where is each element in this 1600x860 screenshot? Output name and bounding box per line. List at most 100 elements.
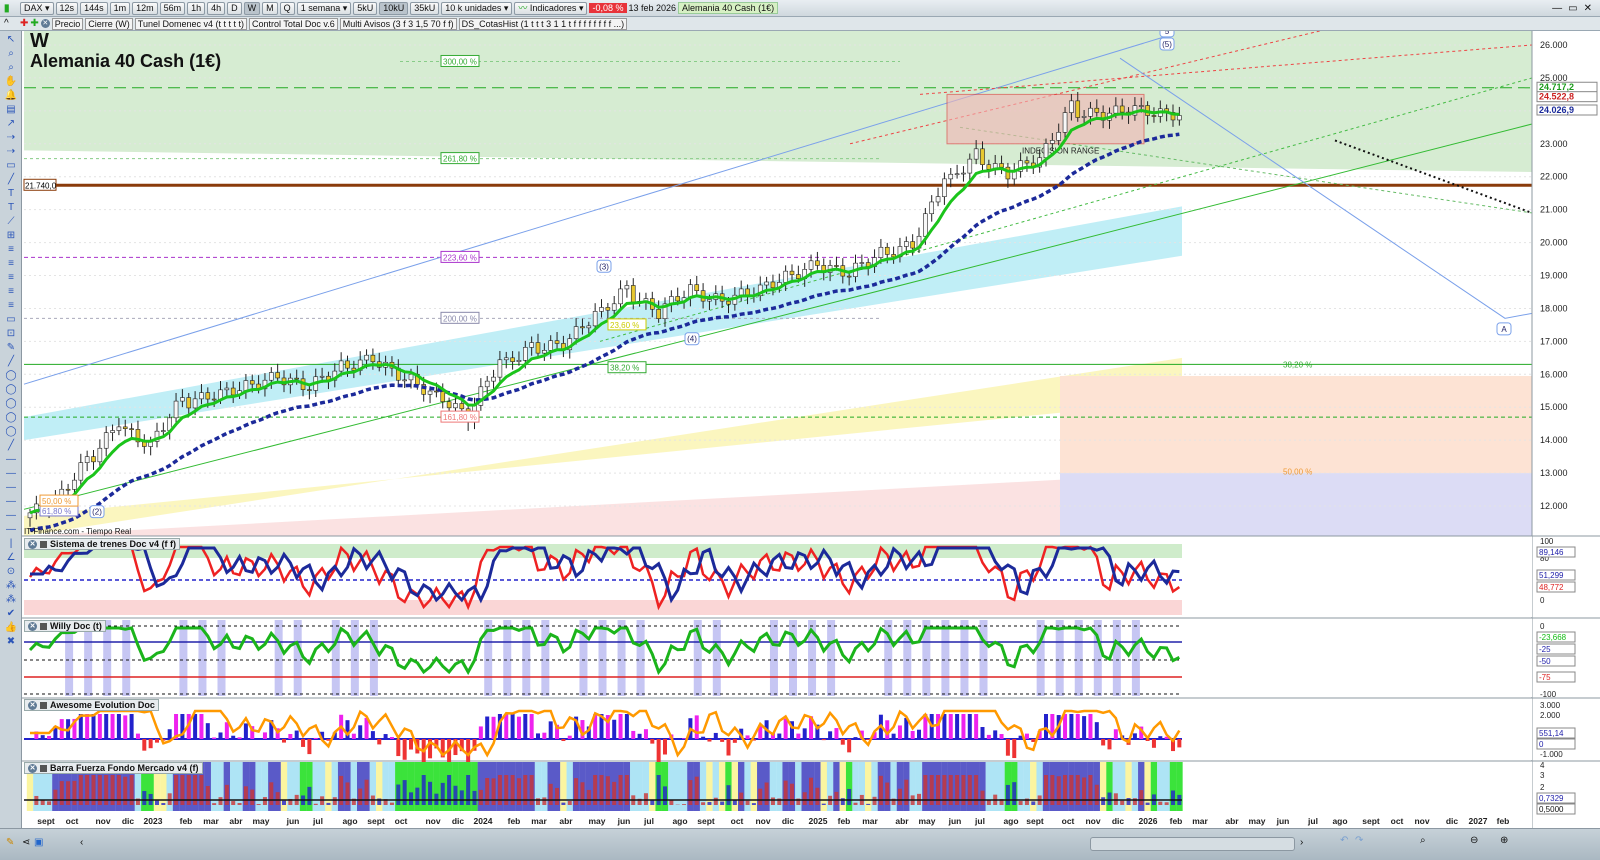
drawing-tool-icon[interactable]: ≡ bbox=[4, 272, 18, 283]
chat-icon[interactable]: ▣ bbox=[34, 837, 43, 848]
chart-type-icon[interactable]: ▮ bbox=[4, 3, 18, 14]
drawing-tool-icon[interactable]: ⊡ bbox=[4, 328, 18, 339]
candle-body bbox=[122, 426, 128, 429]
study-tag[interactable]: Cierre (W) bbox=[85, 17, 133, 30]
timeframe-D[interactable]: D bbox=[227, 1, 242, 15]
candle-body bbox=[611, 303, 617, 311]
drawing-tool-icon[interactable]: ✋ bbox=[4, 76, 18, 87]
share-icon[interactable]: ⋖ bbox=[22, 837, 30, 848]
volume-5kU[interactable]: 5kU bbox=[353, 1, 378, 15]
drawing-tool-icon[interactable]: T bbox=[4, 188, 18, 199]
zoom-fit-icon[interactable]: ⌕ bbox=[1420, 835, 1426, 846]
drawing-tool-icon[interactable]: 🔔 bbox=[4, 90, 18, 101]
timeframe-1h[interactable]: 1h bbox=[187, 1, 206, 15]
drawing-tool-icon[interactable]: — bbox=[4, 468, 18, 479]
drawing-tool-icon[interactable]: — bbox=[4, 482, 18, 493]
drawing-tool-icon[interactable]: ≡ bbox=[4, 244, 18, 255]
timeframe-M[interactable]: M bbox=[262, 1, 278, 15]
drawing-tool-icon[interactable]: ╱ bbox=[4, 440, 18, 451]
date-tick: sept bbox=[1026, 816, 1044, 826]
close-panel-icon[interactable]: ✕ bbox=[28, 700, 37, 710]
drawing-tool-icon[interactable]: ◯ bbox=[4, 412, 18, 423]
timeframe-Q[interactable]: Q bbox=[279, 1, 295, 15]
drawing-tool-icon[interactable]: — bbox=[4, 524, 18, 535]
value-tag: 0,5000 bbox=[1539, 805, 1564, 814]
drawing-tool-icon[interactable]: ∠ bbox=[4, 552, 18, 563]
scroll-right-icon[interactable]: › bbox=[1300, 837, 1303, 848]
drawing-tool-icon[interactable]: ╱ bbox=[4, 356, 18, 367]
chart-canvas[interactable]: INDECISION RANGE300,00 %261,80 %223,60 %… bbox=[0, 0, 1600, 860]
drawing-tool-icon[interactable]: ↖ bbox=[4, 34, 18, 45]
drawing-tool-icon[interactable]: ≡ bbox=[4, 300, 18, 311]
drawing-tool-icon[interactable]: 👍 bbox=[4, 622, 18, 633]
drawing-tool-icon[interactable]: ▭ bbox=[4, 160, 18, 171]
minimize-icon[interactable]: — bbox=[1552, 3, 1562, 14]
drawing-tool-icon[interactable]: ◯ bbox=[4, 370, 18, 381]
timeframe-1m[interactable]: 1m bbox=[109, 1, 131, 15]
study-tag[interactable]: DS_CotasHist (1 t t t 3 1 1 t f f f f f … bbox=[458, 17, 628, 30]
drawing-tool-icon[interactable]: ⁂ bbox=[4, 580, 18, 591]
histogram-bar bbox=[40, 735, 45, 739]
drawing-tool-icon[interactable]: ⊙ bbox=[4, 566, 18, 577]
drawing-tool-icon[interactable]: ⟋ bbox=[4, 216, 18, 227]
redo-icon[interactable]: ↷ bbox=[1355, 835, 1363, 846]
zoom-in-icon[interactable]: ⊕ bbox=[1500, 835, 1508, 846]
drawing-tool-icon[interactable]: T bbox=[4, 202, 18, 213]
volume-10kU[interactable]: 10kU bbox=[379, 1, 409, 15]
instrument-chip: Alemania 40 Cash (1€) bbox=[678, 2, 779, 14]
drawing-tool-icon[interactable]: ▭ bbox=[4, 314, 18, 325]
drawing-tool-icon[interactable]: ⌕ bbox=[4, 48, 18, 59]
timeframe-144s[interactable]: 144s bbox=[80, 1, 108, 15]
scroll-left-icon[interactable]: ‹ bbox=[80, 837, 83, 848]
horizontal-scrollbar[interactable] bbox=[1090, 837, 1295, 851]
drawing-tool-icon[interactable]: | bbox=[4, 538, 18, 549]
study-tag[interactable]: Multi Avisos (3 f 3 1,5 70 f f) bbox=[339, 17, 457, 30]
drawing-tool-icon[interactable]: ✖ bbox=[4, 636, 18, 647]
drawing-tool-icon[interactable]: ◯ bbox=[4, 384, 18, 395]
timeframe-4h[interactable]: 4h bbox=[207, 1, 226, 15]
drawing-tool-icon[interactable]: — bbox=[4, 496, 18, 507]
close-icon[interactable]: ✕ bbox=[1584, 3, 1592, 14]
volume-35kU[interactable]: 35kU bbox=[410, 1, 440, 15]
remove-icon[interactable]: ✕ bbox=[40, 19, 50, 28]
period-select[interactable]: 1 semana ▾ bbox=[296, 1, 352, 15]
drawing-tool-icon[interactable]: ◯ bbox=[4, 398, 18, 409]
drawing-tool-icon[interactable]: — bbox=[4, 454, 18, 465]
timeframe-56m[interactable]: 56m bbox=[159, 1, 186, 15]
drawing-tool-icon[interactable]: ✔ bbox=[4, 608, 18, 619]
indicators-button[interactable]: 〰 Indicadores ▾ bbox=[514, 1, 588, 15]
study-tag[interactable]: Control Total Doc v.6 bbox=[249, 17, 338, 30]
drawing-tool-icon[interactable]: ⇢ bbox=[4, 146, 18, 157]
close-panel-icon[interactable]: ✕ bbox=[28, 621, 37, 631]
zoom-out-icon[interactable]: ⊖ bbox=[1470, 835, 1478, 846]
drawing-tool-icon[interactable]: ⇢ bbox=[4, 132, 18, 143]
drawing-tool-icon[interactable]: — bbox=[4, 510, 18, 521]
add-icon[interactable]: ✚ bbox=[30, 18, 38, 29]
drawing-tool-icon[interactable]: ◯ bbox=[4, 426, 18, 437]
drawing-tool-icon[interactable]: ⁂ bbox=[4, 594, 18, 605]
close-panel-icon[interactable]: ✕ bbox=[28, 763, 37, 773]
add-study-icon[interactable]: ✚ bbox=[20, 18, 28, 29]
timeframe-W[interactable]: W bbox=[243, 1, 261, 15]
drawing-tool-icon[interactable]: ⌕ bbox=[4, 62, 18, 73]
pencil-icon[interactable]: ✎ bbox=[6, 837, 14, 848]
drawing-tool-icon[interactable]: ≡ bbox=[4, 286, 18, 297]
drawing-tool-icon[interactable]: ⊞ bbox=[4, 230, 18, 241]
close-panel-icon[interactable]: ✕ bbox=[28, 539, 37, 549]
units-select[interactable]: 10 k unidades ▾ bbox=[441, 1, 513, 15]
timeframe-12m[interactable]: 12m bbox=[132, 1, 158, 15]
restore-icon[interactable]: ▭ bbox=[1568, 3, 1577, 14]
undo-icon[interactable]: ↶ bbox=[1340, 835, 1348, 846]
histogram-bar bbox=[262, 732, 267, 739]
drawing-tool-icon[interactable]: ▤ bbox=[4, 104, 18, 115]
candle-body bbox=[199, 392, 204, 400]
drawing-tool-icon[interactable]: ╱ bbox=[4, 174, 18, 185]
drawing-tool-icon[interactable]: ≡ bbox=[4, 258, 18, 269]
study-tag[interactable]: Precio bbox=[51, 17, 84, 30]
drawing-tool-icon[interactable]: ✎ bbox=[4, 342, 18, 353]
timeframe-12s[interactable]: 12s bbox=[55, 1, 79, 15]
study-tag[interactable]: Tunel Domenec v4 (t t t t t) bbox=[134, 17, 247, 30]
collapse-icon[interactable]: ^ bbox=[4, 18, 18, 29]
drawing-tool-icon[interactable]: ↗ bbox=[4, 118, 18, 129]
symbol-select[interactable]: DAX ▾ bbox=[20, 1, 54, 15]
